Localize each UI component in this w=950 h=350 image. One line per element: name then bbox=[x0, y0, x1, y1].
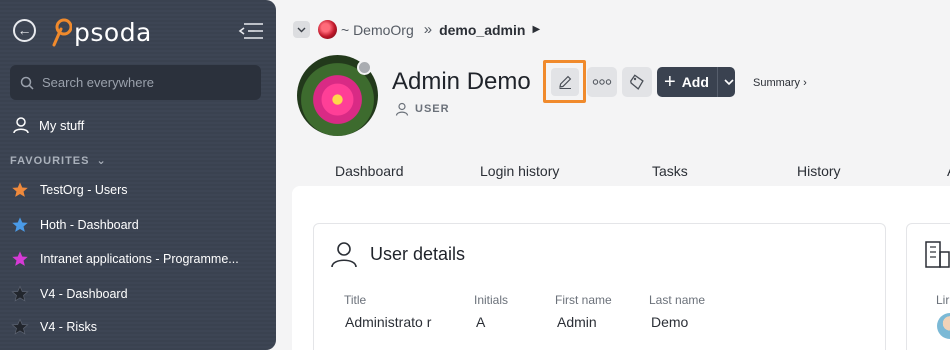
sidebar: ← psoda My stuff FAVOURITES ⌄ TestOrg - bbox=[0, 0, 276, 350]
tag-button[interactable] bbox=[622, 67, 652, 97]
back-icon[interactable]: ← bbox=[13, 19, 36, 42]
more-dots-icon bbox=[592, 79, 612, 85]
star-icon bbox=[11, 318, 29, 335]
field-value-first-name: Admin bbox=[557, 314, 597, 330]
breadcrumb-dropdown[interactable] bbox=[293, 21, 310, 38]
field-value-last-name: Demo bbox=[651, 314, 689, 330]
psoda-logo-mark-icon bbox=[52, 18, 72, 47]
tab-dashboard[interactable]: Dashboard bbox=[335, 163, 404, 179]
field-label-title: Title bbox=[344, 293, 367, 307]
chevron-down-icon bbox=[297, 27, 306, 32]
breadcrumb: ~ DemoOrg » demo_admin ▶ bbox=[293, 20, 540, 39]
org-avatar bbox=[318, 20, 337, 39]
favourite-item[interactable]: Hoth - Dashboard bbox=[11, 216, 251, 234]
chevron-down-icon: ⌄ bbox=[96, 155, 107, 167]
favourite-item[interactable]: V4 - Risks bbox=[11, 318, 251, 336]
favourites-header[interactable]: FAVOURITES ⌄ bbox=[10, 154, 107, 167]
tab-bar: Dashboard Login history Tasks History A bbox=[292, 160, 950, 186]
star-icon bbox=[12, 217, 28, 232]
psoda-logo[interactable]: psoda bbox=[50, 16, 152, 48]
search-icon bbox=[20, 76, 34, 90]
user-icon bbox=[395, 102, 409, 116]
caret-right-icon[interactable]: ▶ bbox=[532, 24, 540, 35]
add-button[interactable]: + Add bbox=[657, 67, 735, 97]
favourites-header-label: FAVOURITES bbox=[10, 155, 90, 167]
logo-text: psoda bbox=[74, 17, 152, 47]
summary-link[interactable]: Summary › bbox=[753, 77, 807, 89]
tab-tasks[interactable]: Tasks bbox=[652, 163, 688, 179]
user-details-header: User details bbox=[330, 240, 465, 268]
favourite-label: V4 - Dashboard bbox=[40, 287, 128, 301]
field-value-initials: A bbox=[476, 314, 486, 330]
favourite-item[interactable]: Intranet applications - Programme... bbox=[11, 250, 251, 268]
organisation-field-label: Lir bbox=[936, 293, 950, 307]
sidebar-search bbox=[10, 65, 261, 100]
search-input[interactable] bbox=[42, 75, 242, 90]
user-role: USER bbox=[395, 102, 450, 116]
building-icon bbox=[925, 241, 950, 268]
user-icon bbox=[331, 242, 357, 268]
plus-icon: + bbox=[664, 71, 676, 93]
field-label-last-name: Last name bbox=[649, 293, 706, 307]
my-stuff-link[interactable]: My stuff bbox=[12, 116, 84, 134]
favourite-label: Hoth - Dashboard bbox=[40, 218, 139, 232]
favourite-label: Intranet applications - Programme... bbox=[40, 252, 239, 266]
favourite-label: TestOrg - Users bbox=[40, 183, 128, 197]
user-details-title: User details bbox=[370, 243, 466, 264]
breadcrumb-separator: » bbox=[423, 21, 433, 38]
tab-history[interactable]: History bbox=[797, 163, 841, 179]
page-title: Admin Demo bbox=[392, 68, 531, 95]
add-button-label: Add bbox=[681, 74, 709, 90]
star-icon bbox=[12, 251, 28, 266]
star-icon bbox=[11, 285, 29, 302]
star-icon bbox=[12, 182, 28, 197]
pencil-icon bbox=[558, 75, 571, 89]
role-label: USER bbox=[415, 103, 450, 115]
collapse-sidebar-icon[interactable] bbox=[238, 21, 264, 41]
tag-icon bbox=[630, 74, 644, 90]
more-options-button[interactable] bbox=[587, 67, 617, 97]
breadcrumb-current[interactable]: demo_admin bbox=[439, 22, 525, 38]
favourite-item[interactable]: TestOrg - Users bbox=[11, 181, 251, 199]
tab-login-history[interactable]: Login history bbox=[480, 163, 559, 179]
field-label-first-name: First name bbox=[555, 293, 612, 307]
edit-button[interactable] bbox=[543, 60, 586, 103]
favourite-item[interactable]: V4 - Dashboard bbox=[11, 285, 251, 303]
field-label-initials: Initials bbox=[474, 293, 509, 307]
user-icon bbox=[13, 117, 29, 134]
field-value-title: Administrato r bbox=[345, 314, 432, 330]
chevron-down-icon bbox=[724, 78, 734, 85]
my-stuff-label: My stuff bbox=[39, 117, 85, 133]
status-dot bbox=[357, 60, 372, 75]
breadcrumb-org-link[interactable]: ~ DemoOrg bbox=[341, 22, 414, 38]
favourite-label: V4 - Risks bbox=[40, 320, 97, 334]
